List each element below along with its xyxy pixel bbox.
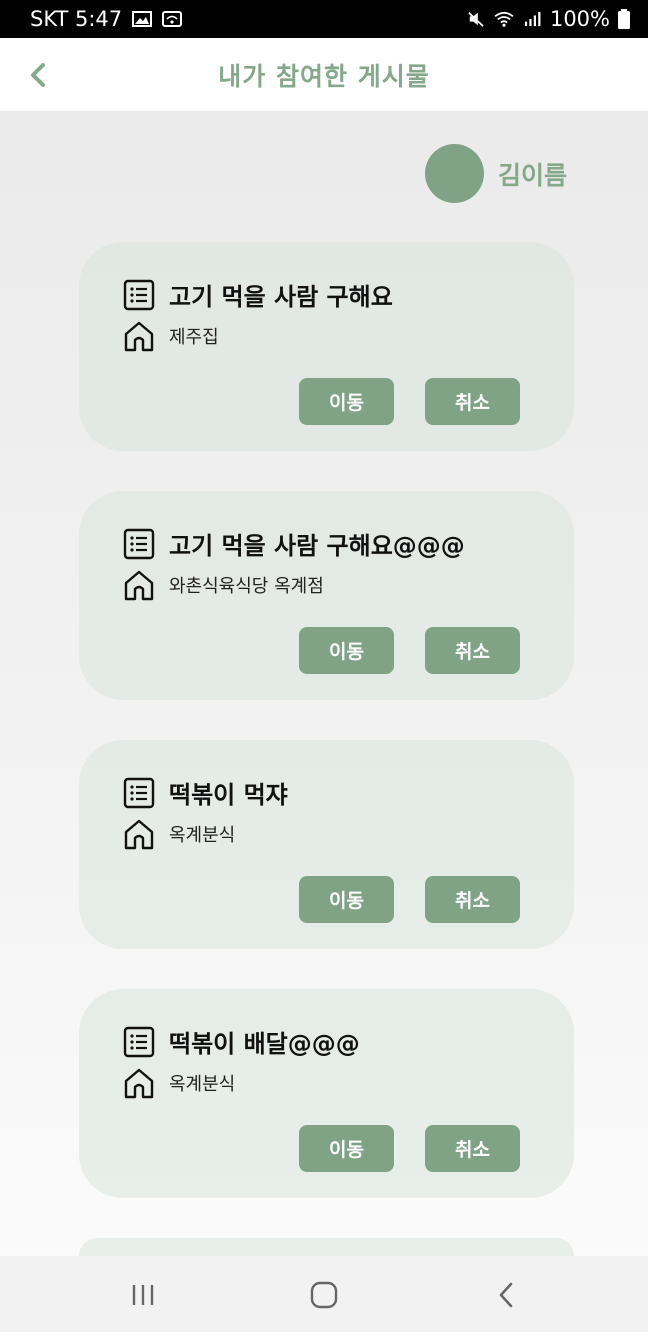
profile-name: 김이름 [498, 160, 568, 190]
app-bar: 내가 참여한 게시물 [0, 38, 648, 111]
battery-percent: 100% [549, 7, 610, 31]
avatar [425, 144, 484, 203]
post-card: 떡볶이 먹쟈 옥계분식 이동 취소 [79, 740, 574, 949]
post-title: 떡볶이 먹쟈 [169, 781, 288, 809]
signal-icon [524, 11, 541, 27]
wifi-icon [494, 11, 514, 27]
list-icon [123, 777, 155, 808]
house-icon [124, 819, 154, 850]
post-card: 고기 먹을 사람 구해요 제주집 이동 취소 [79, 242, 574, 451]
list-icon [123, 279, 155, 310]
image-notification-icon [132, 11, 153, 27]
post-place: 옥계분식 [169, 1074, 236, 1095]
post-card-partial [79, 1238, 574, 1256]
system-nav-bar [0, 1256, 648, 1332]
status-bar: SKT 5:47 100% [0, 0, 648, 38]
post-place: 옥계분식 [169, 825, 236, 846]
move-button[interactable]: 이동 [299, 378, 394, 425]
post-place: 와촌식육식당 옥계점 [169, 576, 324, 597]
back-icon[interactable] [489, 1278, 523, 1312]
mute-icon [468, 12, 484, 27]
recent-apps-icon[interactable] [126, 1278, 160, 1312]
status-carrier-time: SKT 5:47 [30, 7, 123, 31]
house-icon [124, 1068, 154, 1099]
home-icon[interactable] [307, 1278, 341, 1312]
cancel-button[interactable]: 취소 [425, 378, 520, 425]
house-icon [124, 321, 154, 352]
page-title: 내가 참여한 게시물 [218, 61, 430, 91]
cancel-button[interactable]: 취소 [425, 876, 520, 923]
post-title: 고기 먹을 사람 구해요@@@ [169, 532, 465, 560]
post-card: 고기 먹을 사람 구해요@@@ 와촌식육식당 옥계점 이동 취소 [79, 491, 574, 700]
post-title: 고기 먹을 사람 구해요 [169, 283, 393, 311]
list-icon [123, 528, 155, 559]
move-button[interactable]: 이동 [299, 1125, 394, 1172]
chevron-left-icon[interactable] [24, 58, 54, 92]
post-place: 제주집 [169, 327, 219, 348]
move-button[interactable]: 이동 [299, 876, 394, 923]
post-card: 떡볶이 배달@@@ 옥계분식 이동 취소 [79, 989, 574, 1198]
cancel-button[interactable]: 취소 [425, 627, 520, 674]
cancel-button[interactable]: 취소 [425, 1125, 520, 1172]
wifi-notification-icon [162, 11, 183, 27]
house-icon [124, 570, 154, 601]
post-title: 떡볶이 배달@@@ [169, 1030, 360, 1058]
battery-icon [618, 9, 630, 29]
move-button[interactable]: 이동 [299, 627, 394, 674]
profile: 김이름 [425, 144, 567, 203]
list-icon [123, 1026, 155, 1057]
